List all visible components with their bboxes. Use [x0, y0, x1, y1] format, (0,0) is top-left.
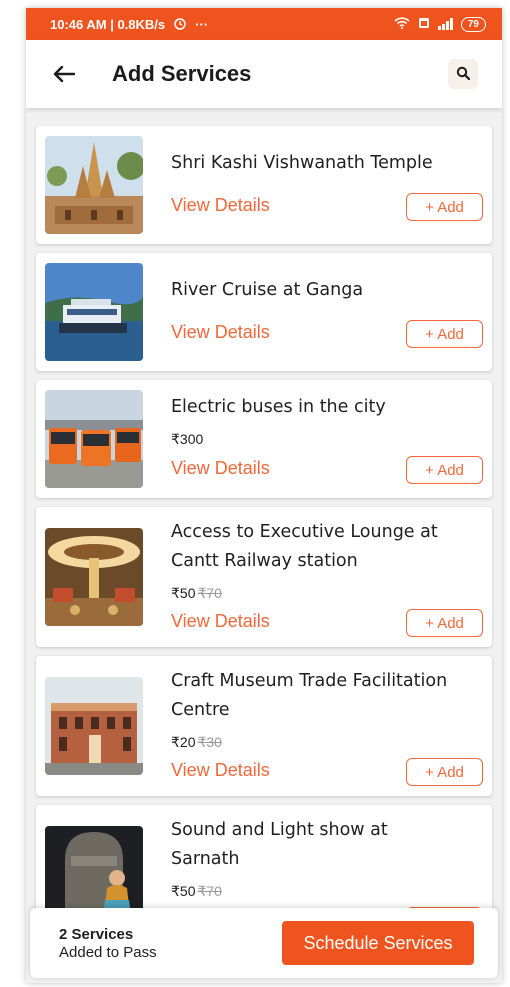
add-service-button[interactable]: + Add: [406, 193, 483, 221]
view-details-link[interactable]: View Details: [171, 195, 270, 216]
wifi-icon: [394, 16, 410, 32]
price-original: ₹70: [197, 883, 222, 899]
view-details-link[interactable]: View Details: [171, 760, 270, 781]
view-details-link[interactable]: View Details: [171, 611, 270, 632]
price-original: ₹30: [197, 734, 222, 750]
phone-screen: 10:46 AM | 0.8KB/s ··· 79 Add Services S…: [26, 8, 502, 983]
sim-icon: [418, 17, 430, 32]
service-card: River Cruise at Ganga View Details + Add: [36, 253, 492, 371]
service-price: ₹50 ₹70: [171, 883, 222, 900]
more-notifications-icon: ···: [195, 16, 209, 32]
service-name: Electric buses in the city: [171, 397, 386, 417]
price-original: ₹70: [197, 585, 222, 601]
back-arrow-icon[interactable]: [50, 60, 78, 88]
schedule-services-button[interactable]: Schedule Services: [282, 921, 474, 965]
status-bar: 10:46 AM | 0.8KB/s ··· 79: [26, 8, 502, 40]
services-count: 2 Services Added to Pass: [59, 926, 157, 961]
app-bar: Add Services: [26, 40, 502, 108]
service-name: Shri Kashi Vishwanath Temple: [171, 153, 433, 173]
pass-summary-bar: 2 Services Added to Pass Schedule Servic…: [30, 908, 498, 978]
price-current: ₹20: [171, 734, 196, 750]
search-icon: [456, 65, 471, 84]
services-count-label: 2 Services: [59, 925, 134, 943]
add-service-button[interactable]: + Add: [406, 456, 483, 484]
add-service-button[interactable]: + Add: [406, 758, 483, 786]
price-current: ₹50: [171, 883, 196, 899]
service-image-museum: [45, 677, 143, 775]
page-title: Add Services: [112, 61, 252, 86]
status-time: 10:46 AM | 0.8KB/s: [50, 16, 166, 32]
service-name-line-2: Cantt Railway station: [171, 551, 358, 571]
signal-icon: [437, 18, 453, 30]
service-card: Electric buses in the city ₹300 View Det…: [36, 380, 492, 498]
service-name-line-1: Access to Executive Lounge at: [171, 522, 438, 542]
service-name-line-1: Craft Museum Trade Facilitation: [171, 671, 448, 691]
view-details-link[interactable]: View Details: [171, 458, 270, 479]
service-name-line-1: Sound and Light show at: [171, 820, 388, 840]
services-count-sub: Added to Pass: [59, 943, 157, 961]
service-card: Shri Kashi Vishwanath Temple View Detail…: [36, 126, 492, 244]
service-price: ₹50 ₹70: [171, 585, 222, 602]
add-service-button[interactable]: + Add: [406, 609, 483, 637]
service-name-line-2: Sarnath: [171, 849, 240, 869]
service-card: Access to Executive Lounge at Cantt Rail…: [36, 507, 492, 647]
service-price: ₹300: [171, 431, 203, 448]
service-image-lounge: [45, 528, 143, 626]
service-price: ₹20 ₹30: [171, 734, 222, 751]
service-image-buses: [45, 390, 143, 488]
alarm-icon: [173, 16, 187, 33]
add-service-button[interactable]: + Add: [406, 320, 483, 348]
view-details-link[interactable]: View Details: [171, 322, 270, 343]
battery-icon: 79: [460, 16, 486, 32]
price-current: ₹300: [171, 431, 204, 447]
price-current: ₹50: [171, 585, 196, 601]
service-image-cruise: [45, 263, 143, 361]
service-name: River Cruise at Ganga: [171, 280, 364, 300]
service-card: Craft Museum Trade Facilitation Centre ₹…: [36, 656, 492, 796]
service-image-temple: [45, 136, 143, 234]
search-button[interactable]: [448, 59, 478, 89]
service-name-line-2: Centre: [171, 700, 230, 720]
